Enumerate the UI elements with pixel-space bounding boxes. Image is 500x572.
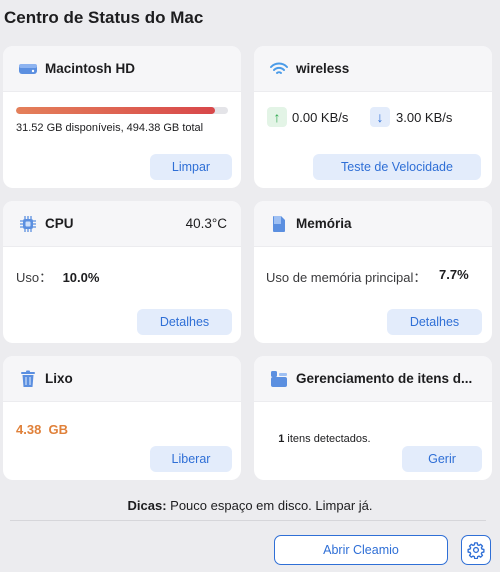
cpu-card: CPU 40.3°C Uso： 10.0% Detalhes xyxy=(3,201,241,343)
memory-card-header: Memória xyxy=(254,201,492,247)
upload-speed: 0.00 KB/s xyxy=(292,110,349,125)
cpu-temperature: 40.3°C xyxy=(185,216,227,231)
download-arrow-icon: ↓ xyxy=(370,107,390,127)
trash-size: 4.38 GB xyxy=(16,422,69,437)
clean-button[interactable]: Limpar xyxy=(150,154,232,180)
release-button[interactable]: Liberar xyxy=(150,446,232,472)
settings-button[interactable] xyxy=(461,535,491,565)
gear-icon xyxy=(467,541,485,559)
network-label: wireless xyxy=(296,61,350,76)
cpu-usage-label: Uso： xyxy=(16,270,53,285)
disk-usage-fill xyxy=(16,107,216,114)
network-card: wireless ↑ 0.00 KB/s ↓ 3.00 KB/s Teste d… xyxy=(254,46,492,188)
disk-label: Macintosh HD xyxy=(45,61,136,76)
trash-label: Lixo xyxy=(45,371,73,386)
tips-bar: Dicas: Pouco espaço em disco. Limpar já. xyxy=(0,498,500,513)
cpu-chip-icon xyxy=(17,214,39,234)
memory-label: Memória xyxy=(296,216,352,231)
wifi-icon xyxy=(268,59,290,79)
disk-card-header: Macintosh HD xyxy=(3,46,241,92)
upload-arrow-icon: ↑ xyxy=(267,107,287,127)
items-detected-row: 1 itens detectados. xyxy=(266,421,371,457)
memory-icon xyxy=(268,214,290,234)
trash-card-header: Lixo xyxy=(3,356,241,402)
memory-usage-row: Uso de memória principal： 7.7% xyxy=(266,267,469,287)
items-card: Gerenciamento de itens d... 1 itens dete… xyxy=(254,356,492,480)
items-card-header: Gerenciamento de itens d... xyxy=(254,356,492,402)
hard-drive-icon xyxy=(17,59,39,79)
download-speed: 3.00 KB/s xyxy=(396,110,453,125)
footer-divider xyxy=(10,520,486,521)
items-management-icon xyxy=(268,369,290,389)
memory-card: Memória Uso de memória principal： 7.7% D… xyxy=(254,201,492,343)
memory-usage-value: 7.7% xyxy=(439,267,469,282)
cpu-label: CPU xyxy=(45,216,74,231)
page-title: Centro de Status do Mac xyxy=(4,8,204,27)
manage-button[interactable]: Gerir xyxy=(402,446,482,472)
speed-test-button[interactable]: Teste de Velocidade xyxy=(313,154,481,180)
trash-icon xyxy=(17,369,39,389)
memory-details-button[interactable]: Detalhes xyxy=(387,309,482,335)
network-card-header: wireless xyxy=(254,46,492,92)
cpu-usage-row: Uso： 10.0% xyxy=(16,267,99,287)
disk-card: Macintosh HD 31.52 GB disponíveis, 494.3… xyxy=(3,46,241,188)
trash-card: Lixo 4.38 GB Liberar xyxy=(3,356,241,480)
tips-text[interactable]: Pouco espaço em disco. Limpar já. xyxy=(167,498,372,513)
cpu-usage-value: 10.0% xyxy=(62,270,100,285)
items-label: Gerenciamento de itens d... xyxy=(296,371,473,386)
items-detected-text: itens detectados. xyxy=(284,433,371,445)
cpu-details-button[interactable]: Detalhes xyxy=(137,309,232,335)
disk-usage-bar xyxy=(16,107,228,114)
disk-usage-text: 31.52 GB disponíveis, 494.38 GB total xyxy=(16,122,204,134)
tips-prefix: Dicas: xyxy=(127,498,167,513)
cpu-card-header: CPU 40.3°C xyxy=(3,201,241,247)
memory-usage-label: Uso de memória principal： xyxy=(266,270,427,285)
open-cleamio-button[interactable]: Abrir Cleamio xyxy=(274,535,448,565)
